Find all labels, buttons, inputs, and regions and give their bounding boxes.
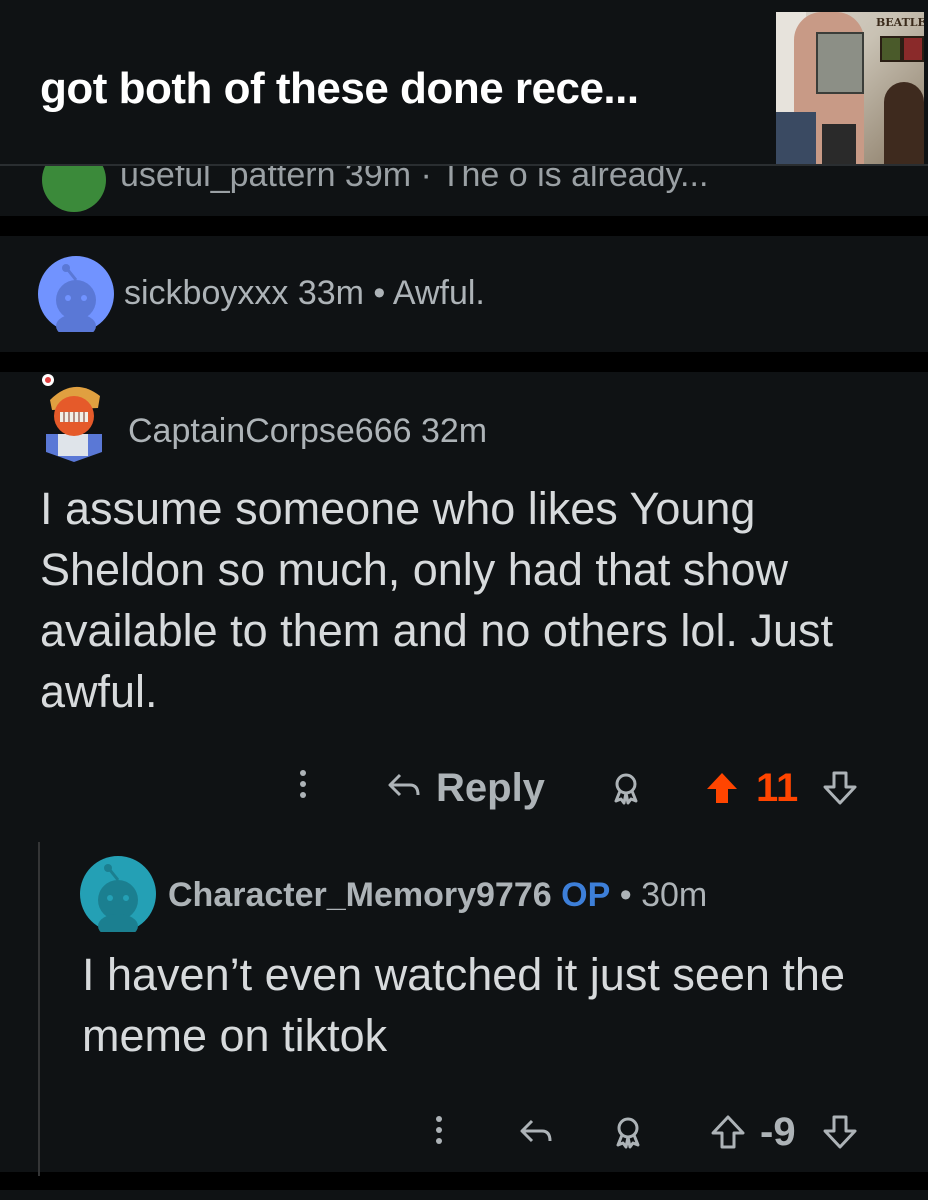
more-vertical-icon[interactable]	[424, 1110, 454, 1150]
username[interactable]: Character_Memory9776	[168, 876, 552, 914]
comment-preview: Awful.	[392, 274, 485, 312]
downvote-icon[interactable]	[820, 768, 860, 808]
snoo-icon	[98, 864, 138, 938]
username[interactable]: sickboyxxx	[124, 274, 288, 312]
reply-button[interactable]: Reply	[436, 766, 545, 811]
avatar-captaincorpse[interactable]	[36, 372, 112, 464]
username[interactable]: CaptainCorpse666	[128, 412, 412, 450]
timestamp: 32m	[420, 412, 488, 450]
award-icon[interactable]	[606, 768, 646, 808]
op-badge: OP	[561, 876, 611, 914]
thumbnail-text: BEATLE	[876, 16, 924, 29]
downvote-icon[interactable]	[820, 1112, 860, 1152]
comment-body: I assume someone who likes Young Sheldon…	[40, 483, 833, 717]
separator: •	[619, 876, 632, 914]
custom-avatar-icon	[42, 374, 102, 462]
post-title[interactable]: got both of these done rece...	[40, 64, 639, 114]
snoo-icon	[56, 264, 96, 338]
timestamp: 30m	[641, 876, 708, 914]
vote-count: 11	[756, 766, 799, 810]
separator: •	[373, 274, 386, 312]
reply-arrow-icon[interactable]	[516, 1112, 556, 1152]
comment-meta: Character_Memory9776 OP • 30m	[168, 876, 707, 915]
vote-count: -9	[760, 1110, 796, 1154]
thread-line[interactable]	[38, 842, 40, 1176]
award-icon[interactable]	[608, 1112, 648, 1152]
avatar	[38, 256, 114, 338]
comment-meta: sickboyxxx 33m • Awful.	[124, 274, 485, 313]
comment-collapsed-sickboyxxx[interactable]: sickboyxxx 33m • Awful.	[0, 236, 928, 352]
reply-arrow-icon[interactable]	[384, 766, 424, 806]
comment-body: I haven’t even watched it just seen the …	[82, 949, 845, 1061]
header-divider	[0, 164, 928, 166]
upvote-icon[interactable]	[702, 768, 742, 808]
timestamp: 33m	[297, 274, 364, 312]
upvote-icon[interactable]	[708, 1112, 748, 1152]
next-comment-edge	[0, 1190, 928, 1200]
more-vertical-icon[interactable]	[288, 764, 318, 804]
avatar[interactable]	[80, 856, 156, 938]
comment-thread: CaptainCorpse666 32m I assume someone wh…	[0, 372, 928, 1176]
post-thumbnail[interactable]: BEATLE	[776, 12, 924, 166]
comment-meta: CaptainCorpse666 32m	[128, 412, 487, 451]
